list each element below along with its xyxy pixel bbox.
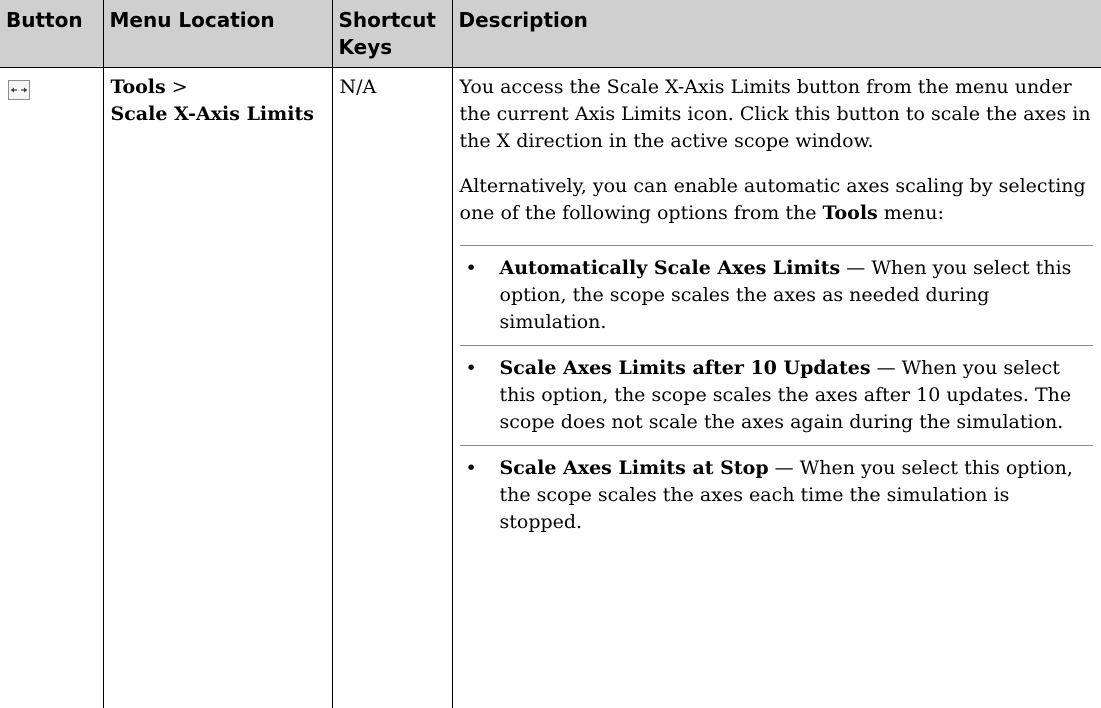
alternative-paragraph: Alternatively, you can enable automatic … (460, 173, 1094, 227)
header-button: Button (0, 0, 104, 68)
menu-tools-label: Tools (110, 76, 166, 98)
list-item: • Automatically Scale Axes Limits — When… (459, 245, 1093, 345)
menu-location-cell: Tools > Scale X-Axis Limits (103, 67, 333, 708)
list-item: • Scale Axes Limits at Stop — When you s… (459, 445, 1093, 545)
menu-separator: > (171, 76, 188, 98)
button-cell (0, 67, 104, 708)
table-row: Tools > Scale X-Axis Limits N/A You acce… (0, 67, 1101, 708)
alternative-text-after: menu: (877, 202, 944, 224)
bullet-icon: • (465, 457, 477, 479)
option-list: • Automatically Scale Axes Limits — When… (459, 245, 1093, 545)
option-term: Scale Axes Limits at Stop (499, 457, 769, 479)
header-description: Description (452, 0, 1101, 68)
description-cell: You access the Scale X-Axis Limits butto… (452, 68, 1101, 708)
description-paragraph: You access the Scale X-Axis Limits butto… (459, 76, 1091, 152)
scale-x-axis-limits-icon[interactable] (8, 80, 30, 100)
bullet-icon: • (465, 357, 477, 379)
bullet-icon: • (465, 257, 477, 279)
toolbar-reference-table: Button Menu Location Shortcut Keys Descr… (0, 0, 1101, 708)
alternative-text-before: Alternatively, you can enable automatic … (459, 175, 1086, 224)
table-header-row: Button Menu Location Shortcut Keys Descr… (0, 0, 1101, 68)
option-term: Scale Axes Limits after 10 Updates (499, 357, 871, 379)
menu-item-label: Scale X-Axis Limits (110, 103, 314, 125)
shortcut-cell: N/A (332, 67, 453, 708)
option-term: Automatically Scale Axes Limits (499, 257, 841, 279)
header-shortcut-keys: Shortcut Keys (332, 0, 453, 68)
header-menu-location: Menu Location (103, 0, 333, 68)
tools-menu-ref: Tools (822, 202, 878, 224)
list-item: • Scale Axes Limits after 10 Updates — W… (459, 345, 1093, 445)
